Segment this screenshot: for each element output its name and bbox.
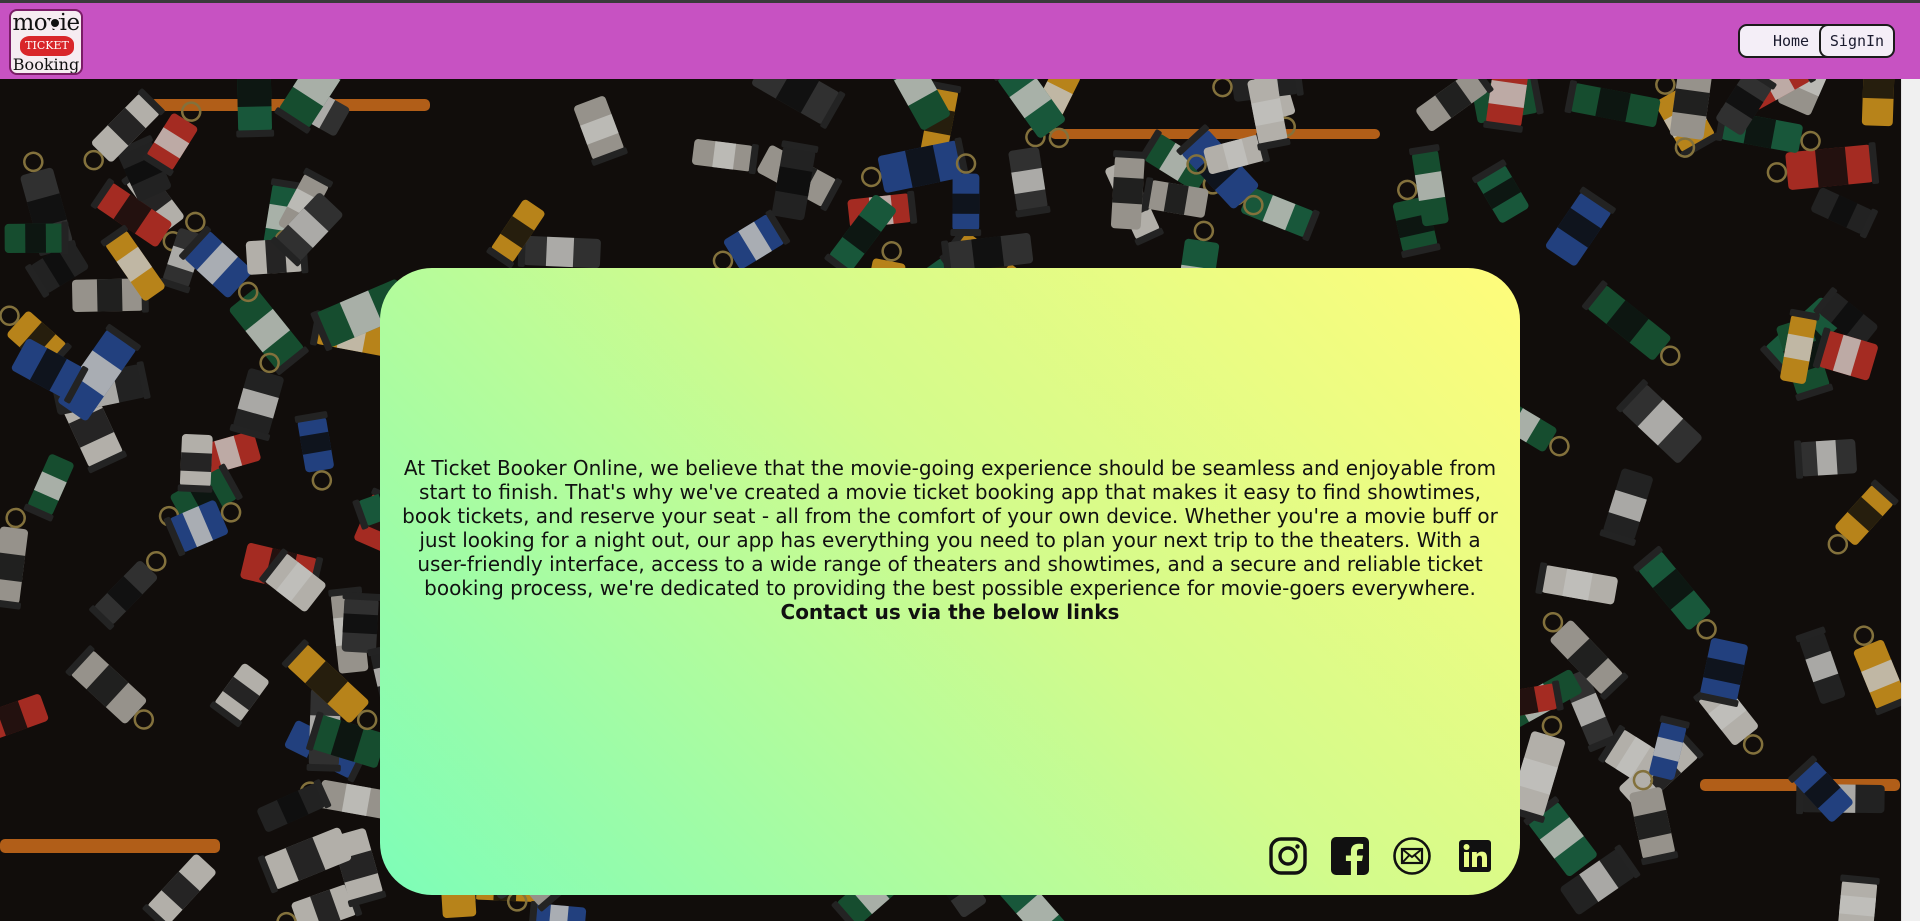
mail-link[interactable] — [1392, 836, 1432, 876]
linkedin-link[interactable] — [1455, 836, 1495, 876]
instagram-link[interactable] — [1268, 836, 1308, 876]
about-card: At Ticket Booker Online, we believe that… — [380, 268, 1520, 895]
navbar: movie TICKET Booking Home SignIn — [0, 3, 1920, 79]
mail-icon — [1393, 837, 1431, 875]
about-text: At Ticket Booker Online, we believe that… — [402, 456, 1498, 624]
about-body: At Ticket Booker Online, we believe that… — [402, 456, 1498, 600]
site-logo[interactable]: movie TICKET Booking — [9, 9, 83, 75]
film-reel-icon — [49, 17, 61, 29]
logo-word-movie: movie — [12, 10, 80, 36]
logo-word-booking: Booking — [12, 55, 80, 74]
contact-callout: Contact us via the below links — [780, 600, 1120, 624]
instagram-icon — [1269, 837, 1307, 875]
facebook-icon — [1331, 837, 1369, 875]
facebook-link[interactable] — [1330, 836, 1370, 876]
page-scrollbar[interactable] — [1901, 79, 1920, 921]
linkedin-icon — [1459, 840, 1491, 872]
signin-button[interactable]: SignIn — [1819, 24, 1895, 58]
logo-ticket: TICKET — [20, 36, 74, 56]
